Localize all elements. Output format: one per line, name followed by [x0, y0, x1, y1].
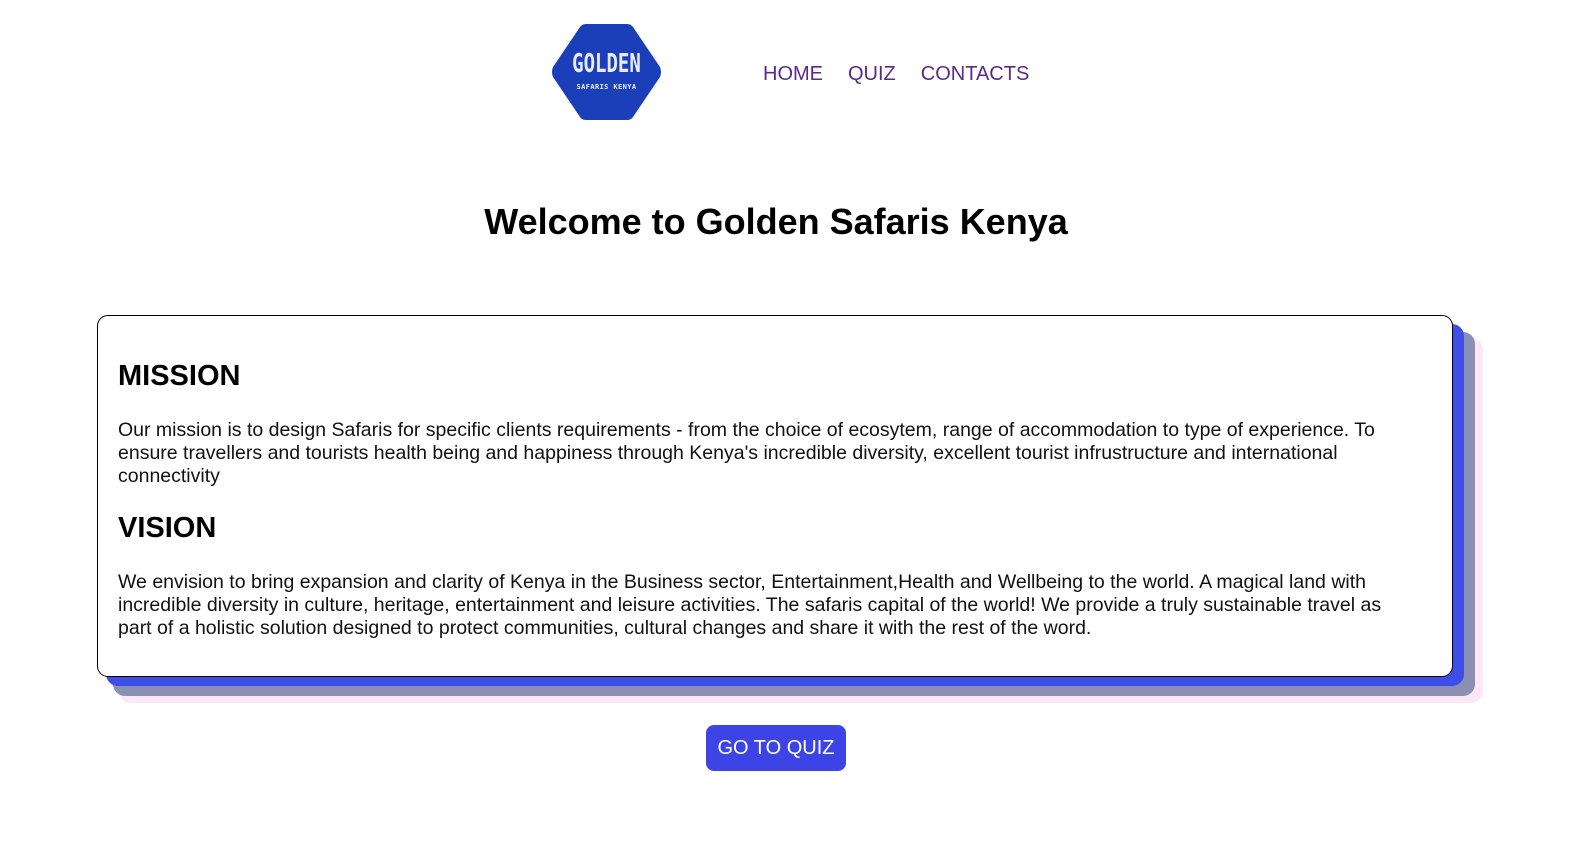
- mission-text: Our mission is to design Safaris for spe…: [118, 419, 1375, 487]
- page-title: Welcome to Golden Safaris Kenya: [484, 201, 1068, 242]
- main-nav: HOME QUIZ CONTACTS: [763, 62, 1054, 86]
- vision-heading: VISION: [118, 512, 217, 544]
- vision-text: We envision to bring expansion and clari…: [118, 571, 1382, 639]
- logo-subtext: SAFARIS KENYA: [576, 83, 637, 91]
- mission-heading: MISSION: [118, 360, 241, 392]
- nav-contacts-link[interactable]: CONTACTS: [921, 62, 1030, 86]
- go-to-quiz-button[interactable]: GO TO QUIZ: [706, 725, 846, 771]
- mission-vision-card: MISSION Our mission is to design Safaris…: [97, 315, 1453, 677]
- nav-quiz-link[interactable]: QUIZ: [848, 62, 896, 86]
- page: GOLDEN SAFARIS KENYA HOME QUIZ CONTACTS …: [0, 0, 1582, 842]
- nav-home-link[interactable]: HOME: [763, 62, 823, 86]
- logo[interactable]: GOLDEN SAFARIS KENYA: [550, 23, 663, 121]
- logo-text: GOLDEN: [572, 49, 641, 79]
